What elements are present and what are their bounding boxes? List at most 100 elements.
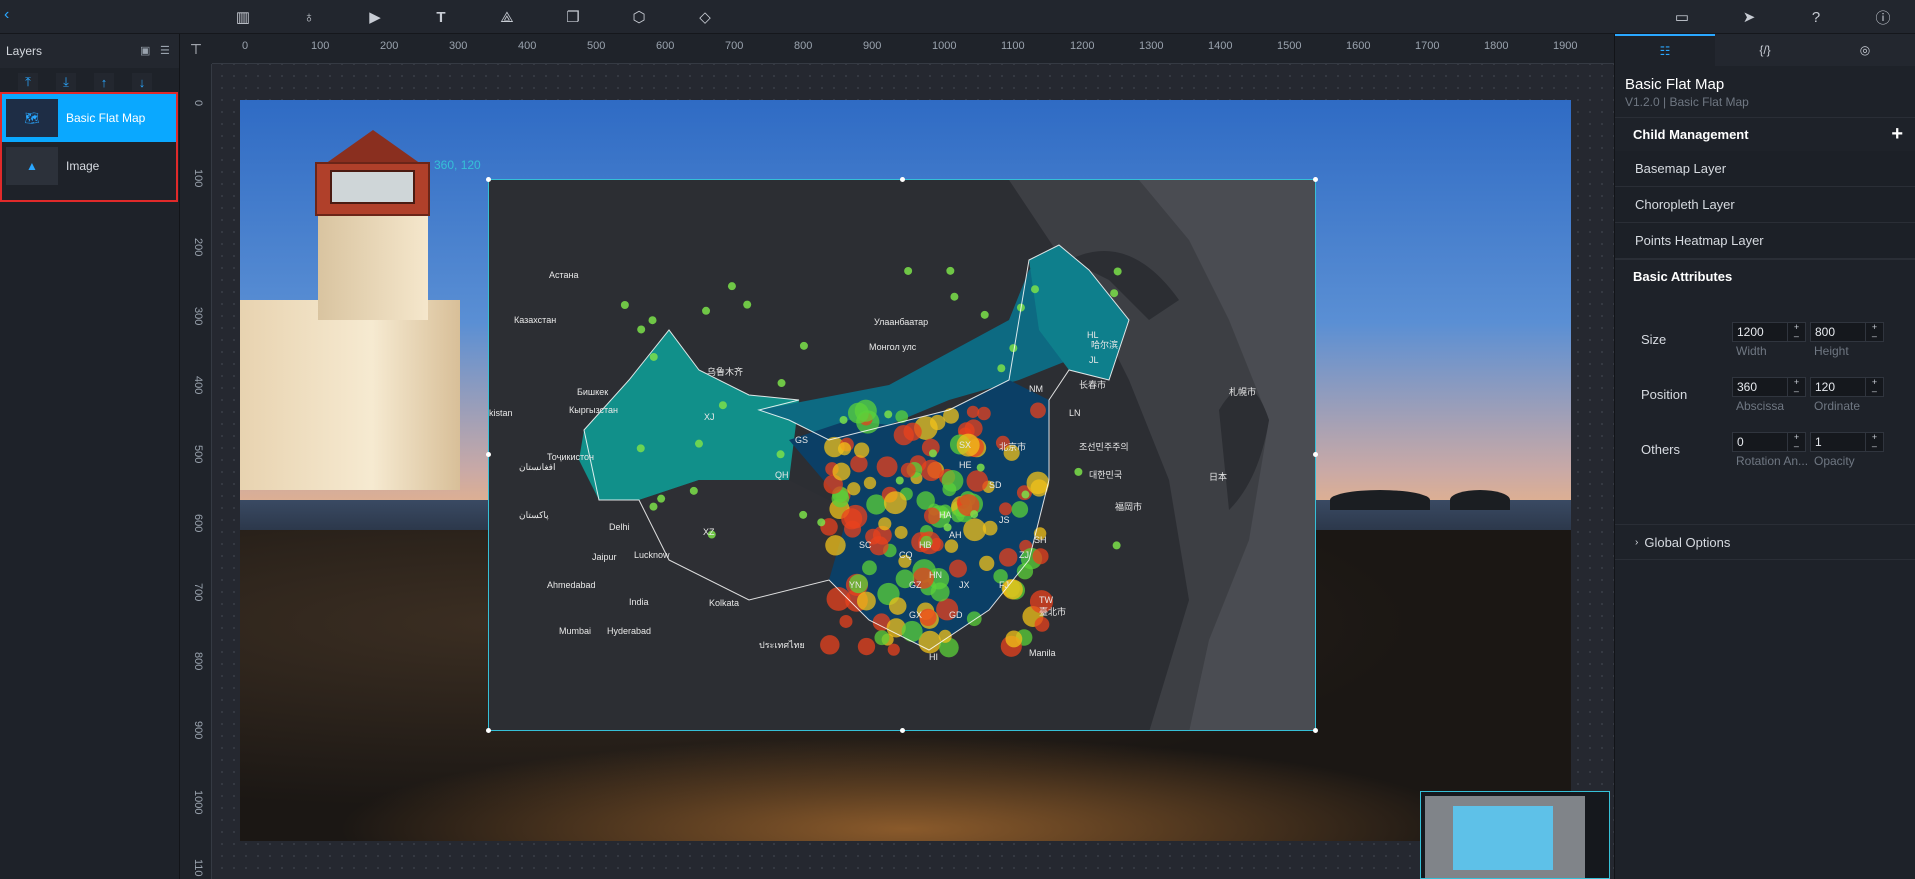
heat-point (883, 491, 907, 515)
properties-panel: ☷ {/} ◎ Basic Flat Map V1.2.0 | Basic Fl… (1614, 34, 1915, 879)
opacity-field[interactable]: 1 + – (1810, 432, 1884, 452)
map-label: 臺北市 (1039, 607, 1067, 617)
heat-point (895, 476, 904, 485)
heat-point (943, 407, 959, 424)
map-pin-icon[interactable]: ♁ (298, 6, 320, 28)
media-icon[interactable]: ▶ (364, 6, 386, 28)
stepper-icon[interactable]: + – (1865, 433, 1883, 451)
thumbnail-view-icon[interactable]: ▣ (140, 44, 150, 57)
cube-icon[interactable]: ⬡ (628, 6, 650, 28)
stepper-icon[interactable]: + – (1865, 378, 1883, 396)
heat-point (980, 310, 989, 319)
heat-point (966, 470, 989, 492)
ruler-tick: 300 (192, 307, 204, 326)
help-icon[interactable]: ? (1805, 6, 1827, 28)
list-view-icon[interactable]: ☰ (160, 44, 170, 57)
map-label: FJ (999, 580, 1009, 590)
resize-handle[interactable] (486, 177, 491, 182)
ruler-tick: 500 (192, 445, 204, 464)
heat-point (862, 560, 877, 576)
map-label: 长春市 (1079, 380, 1107, 390)
move-up-icon[interactable]: ↑ (94, 73, 114, 91)
chart-icon[interactable]: ▥ (232, 6, 254, 28)
heat-point (799, 510, 808, 519)
child-item-points-heatmap-layer[interactable]: Points Heatmap Layer (1615, 223, 1915, 259)
map-label: India (629, 597, 649, 607)
resize-handle[interactable] (900, 728, 905, 733)
heat-point (832, 462, 851, 481)
stepper-icon[interactable]: + – (1787, 433, 1805, 451)
ruler-tick: 200 (192, 238, 204, 257)
map-label: TW (1039, 595, 1053, 605)
preview-icon[interactable]: ▭ (1671, 6, 1693, 28)
layer-item-basic-flat-map[interactable]: 🗺 Basic Flat Map (2, 94, 176, 142)
width-caption: Width (1736, 344, 1767, 358)
resize-handle[interactable] (1313, 728, 1318, 733)
info-icon[interactable]: ⓘ (1872, 6, 1894, 28)
layers-stack-icon[interactable]: ❐ (562, 6, 584, 28)
stepper-icon[interactable]: + – (1787, 378, 1805, 396)
section-title: Basic Attributes (1633, 269, 1733, 284)
map-label: Mumbai (559, 626, 592, 636)
component-title: Basic Flat Map (1625, 76, 1725, 93)
heat-point (657, 494, 666, 503)
basic-flat-map-widget[interactable]: Астана Казахстан Улаанбаатар Монгол улс Бишк… (488, 179, 1316, 731)
move-to-top-icon[interactable]: ⤒ (18, 73, 38, 91)
heat-point (1034, 617, 1050, 632)
text-icon[interactable]: T (430, 6, 452, 28)
settings-icon: ☷ (1659, 44, 1671, 58)
resize-handle[interactable] (486, 728, 491, 733)
minimap[interactable] (1420, 791, 1610, 879)
heat-point (869, 536, 889, 556)
move-to-bottom-icon[interactable]: ⤓ (56, 73, 76, 91)
heat-point (841, 508, 863, 530)
rotation-field[interactable]: 0 + – (1732, 432, 1806, 452)
network-icon[interactable]: ⟁ (496, 6, 518, 28)
stepper-icon[interactable]: + – (1865, 323, 1883, 341)
resize-handle[interactable] (1313, 452, 1318, 457)
ruler-toggle-icon[interactable]: ⊤ (180, 34, 212, 64)
ruler-tick: 0 (242, 40, 249, 52)
heat-point (966, 611, 982, 627)
publish-icon[interactable]: ➤ (1738, 6, 1760, 28)
child-item-choropleth-layer[interactable]: Choropleth Layer (1615, 187, 1915, 223)
map-label: Lucknow (634, 550, 670, 560)
ruler-tick: 400 (192, 376, 204, 395)
tab-settings[interactable]: ☷ (1615, 34, 1715, 66)
position-row: Position 360 + – Abscissa 120 + – Ordinate (1615, 377, 1915, 427)
move-down-icon[interactable]: ↓ (132, 73, 152, 91)
global-options-header[interactable]: › Global Options (1615, 524, 1915, 560)
stepper-icon[interactable]: + – (1787, 323, 1805, 341)
map-label: AH (949, 530, 962, 540)
ruler-tick: 1500 (1277, 40, 1302, 52)
back-icon[interactable]: ‹ (4, 6, 9, 24)
ruler-tick: 110 (192, 859, 204, 877)
heat-point (718, 401, 727, 410)
map-label: 乌鲁木齐 (707, 367, 744, 377)
minimap-viewport[interactable] (1453, 806, 1553, 870)
add-child-icon[interactable]: + (1891, 123, 1903, 146)
map-label: 哈尔滨 (1091, 340, 1119, 350)
heat-point (857, 637, 876, 656)
ordinate-field[interactable]: 120 + – (1810, 377, 1884, 397)
heat-point (694, 439, 703, 448)
resize-handle[interactable] (1313, 177, 1318, 182)
child-management-header: Child Management + (1615, 117, 1915, 151)
map-label: 北京市 (999, 442, 1027, 452)
tab-code[interactable]: {/} (1715, 34, 1815, 66)
map-label: HN (929, 570, 942, 580)
width-field[interactable]: 1200 + – (1732, 322, 1806, 342)
map-label: 조선민주주의 (1079, 442, 1129, 452)
abscissa-field[interactable]: 360 + – (1732, 377, 1806, 397)
ruler-tick: 1300 (1139, 40, 1164, 52)
layer-item-image[interactable]: ▲ Image (2, 142, 176, 190)
child-item-basemap-layer[interactable]: Basemap Layer (1615, 151, 1915, 187)
height-field[interactable]: 800 + – (1810, 322, 1884, 342)
gem-icon[interactable]: ◇ (694, 6, 716, 28)
resize-handle[interactable] (486, 452, 491, 457)
tab-interaction[interactable]: ◎ (1815, 34, 1915, 66)
code-icon: {/} (1759, 43, 1771, 57)
component-version: V1.2.0 | Basic Flat Map (1625, 95, 1749, 109)
heat-point (649, 352, 658, 361)
resize-handle[interactable] (900, 177, 905, 182)
